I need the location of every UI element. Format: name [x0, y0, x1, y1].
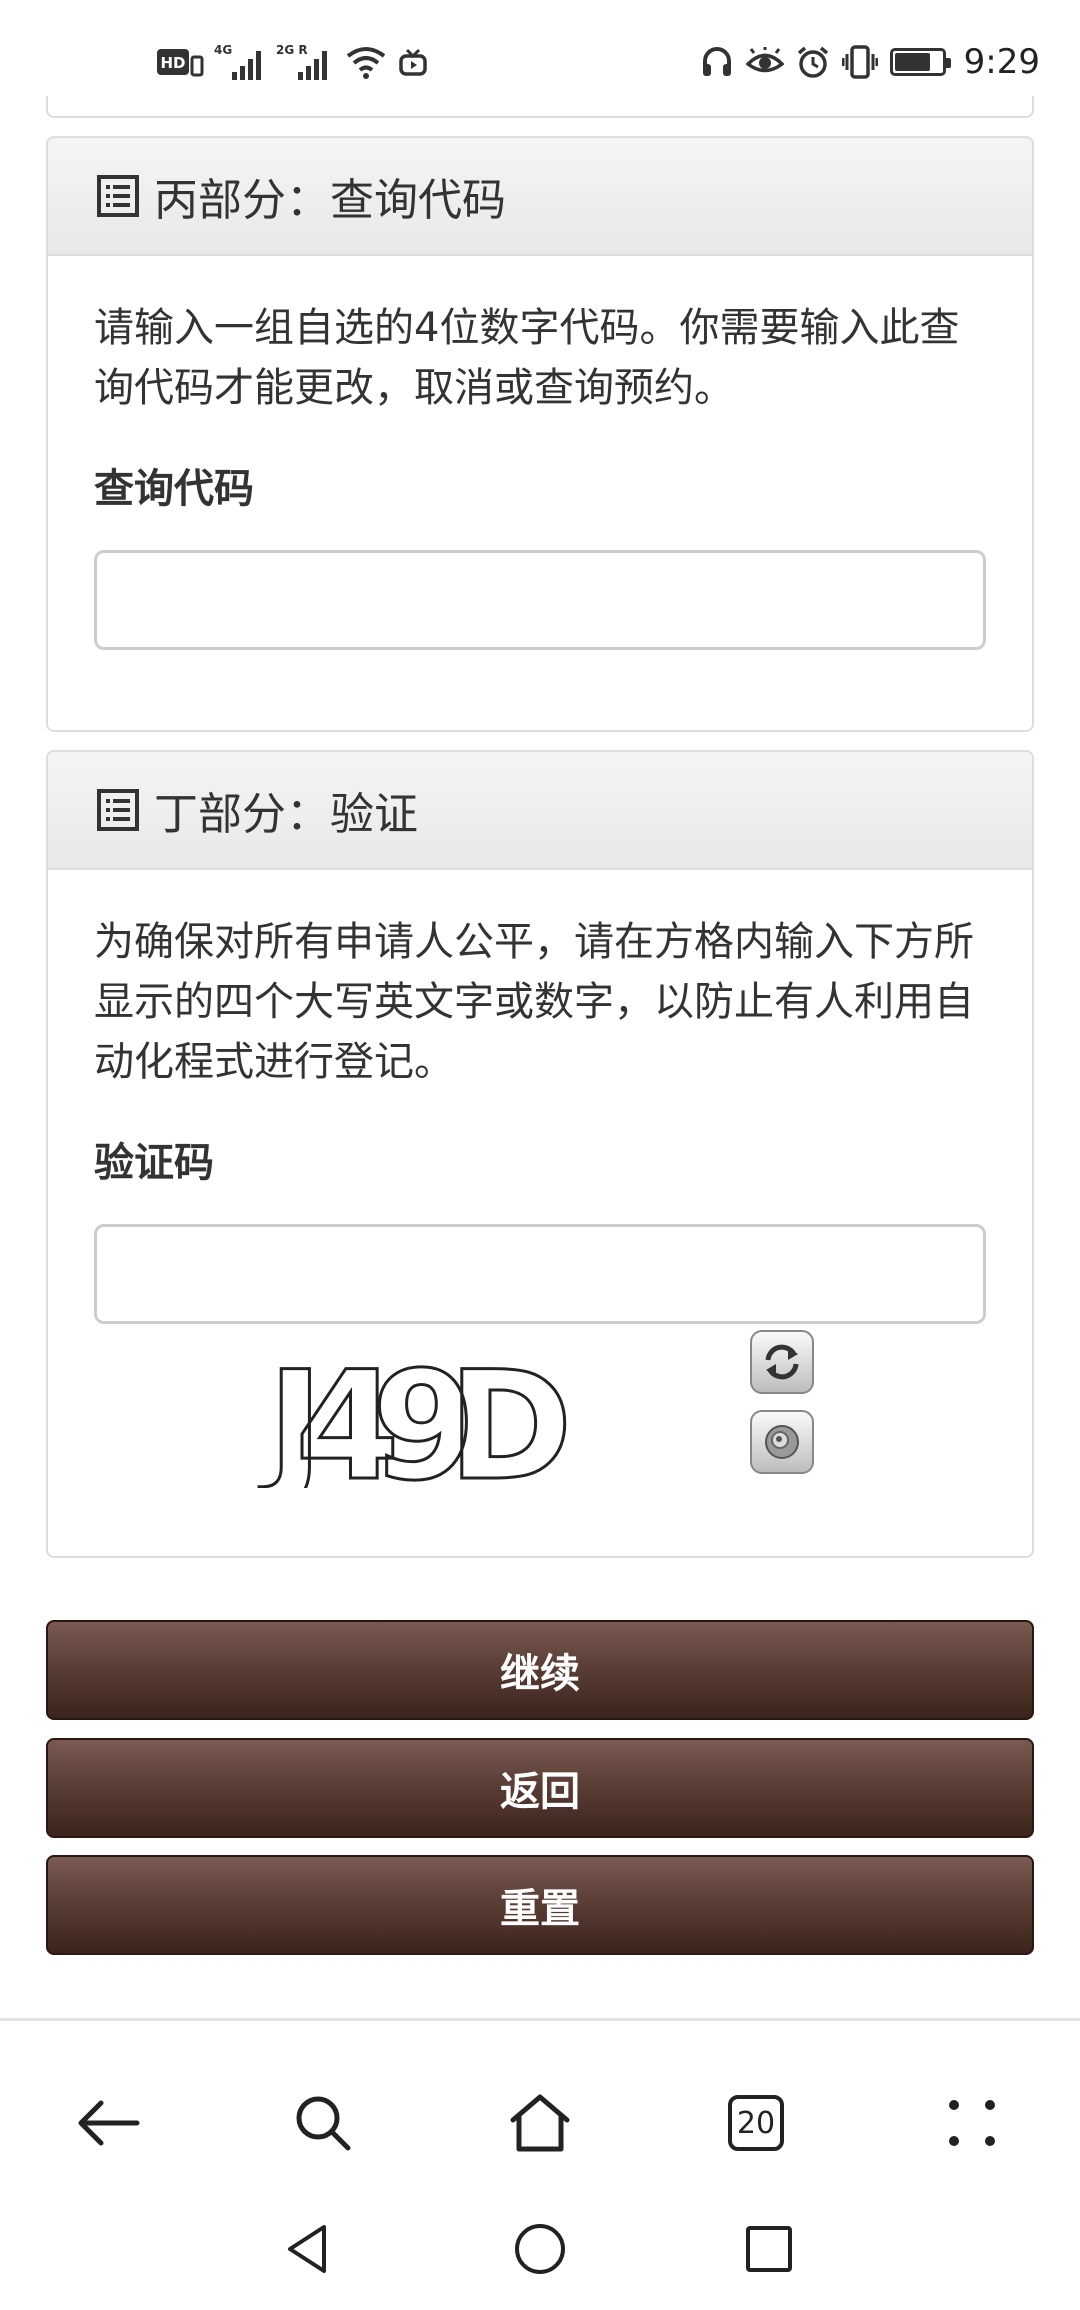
vibrate-icon [841, 45, 878, 79]
nav-home-button[interactable] [505, 2214, 575, 2284]
section-c-description: 请输入一组自选的4位数字代码。你需要输入此查询代码才能更改，取消或查询预约。 [94, 305, 960, 411]
section-c-title: 丙部分：查询代码 [154, 175, 506, 226]
section-c-body: 请输入一组自选的4位数字代码。你需要输入此查询代码才能更改，取消或查询预约。 查… [48, 256, 1032, 650]
svg-text:J49D: J49D [258, 1340, 565, 1488]
list-icon [97, 789, 139, 831]
section-d-body: 为确保对所有申请人公平，请在方格内输入下方所显示的四个大写英文字或数字，以防止有… [48, 870, 1032, 1494]
status-right: 9:29 [700, 40, 1040, 84]
browser-tabs-button[interactable]: 20 [716, 2083, 796, 2163]
tv-icon [399, 48, 427, 76]
status-time: 9:29 [963, 42, 1040, 82]
query-code-input[interactable] [94, 550, 986, 650]
section-d-header: 丁部分：验证 [48, 752, 1032, 870]
system-navigation-bar [0, 2196, 1080, 2310]
nav-back-icon [288, 2225, 326, 2273]
browser-more-button[interactable] [932, 2083, 1012, 2163]
tabs-icon: 20 [728, 2095, 784, 2151]
nav-home-icon [515, 2224, 565, 2274]
svg-text:2G R: 2G R [276, 43, 308, 57]
section-d-panel: 丁部分：验证 为确保对所有申请人公平，请在方格内输入下方所显示的四个大写英文字或… [46, 750, 1034, 1558]
headphones-icon [702, 47, 731, 76]
home-icon [510, 2094, 570, 2152]
search-icon [296, 2096, 351, 2151]
browser-toolbar: 20 [0, 2018, 1080, 2196]
nav-recents-button[interactable] [734, 2214, 804, 2284]
captcha-row: J49D [94, 1324, 986, 1494]
captcha-label: 验证码 [94, 1140, 214, 1186]
nav-recents-icon [746, 2226, 792, 2272]
captcha-image: J49D [257, 1339, 595, 1489]
browser-back-button[interactable] [68, 2083, 148, 2163]
wifi-icon [346, 47, 386, 79]
refresh-icon [765, 1344, 799, 1380]
section-c-panel: 丙部分：查询代码 请输入一组自选的4位数字代码。你需要输入此查询代码才能更改，取… [46, 136, 1034, 732]
signal-4g-icon: 4G [214, 43, 261, 80]
battery-level [894, 53, 930, 71]
alarm-icon [797, 46, 828, 78]
previous-panel-edge [46, 96, 1034, 118]
browser-home-button[interactable] [500, 2083, 580, 2163]
speaker-icon [765, 1425, 799, 1459]
hd-icon: HD [157, 49, 204, 77]
browser-search-button[interactable] [283, 2083, 363, 2163]
section-d-title: 丁部分：验证 [154, 789, 418, 840]
list-icon [97, 175, 139, 217]
query-code-label: 查询代码 [94, 466, 254, 512]
nav-back-button[interactable] [272, 2214, 342, 2284]
continue-button[interactable]: 继续 [46, 1620, 1034, 1720]
back-button[interactable]: 返回 [46, 1738, 1034, 1838]
captcha-audio-button[interactable] [750, 1410, 814, 1474]
status-left: HD 4G 2G R [156, 40, 428, 84]
section-c-header: 丙部分：查询代码 [48, 138, 1032, 256]
battery-icon [889, 48, 951, 76]
reset-button[interactable]: 重置 [46, 1855, 1034, 1955]
section-d-description: 为确保对所有申请人公平，请在方格内输入下方所显示的四个大写英文字或数字，以防止有… [94, 919, 974, 1085]
eye-icon [745, 47, 784, 73]
captcha-input[interactable] [94, 1224, 986, 1324]
svg-text:4G: 4G [214, 43, 232, 57]
svg-text:HD: HD [160, 54, 185, 72]
back-arrow-icon [78, 2100, 140, 2146]
signal-2g-icon: 2G R [276, 43, 327, 80]
captcha-refresh-button[interactable] [750, 1330, 814, 1394]
more-icon [949, 2100, 995, 2146]
